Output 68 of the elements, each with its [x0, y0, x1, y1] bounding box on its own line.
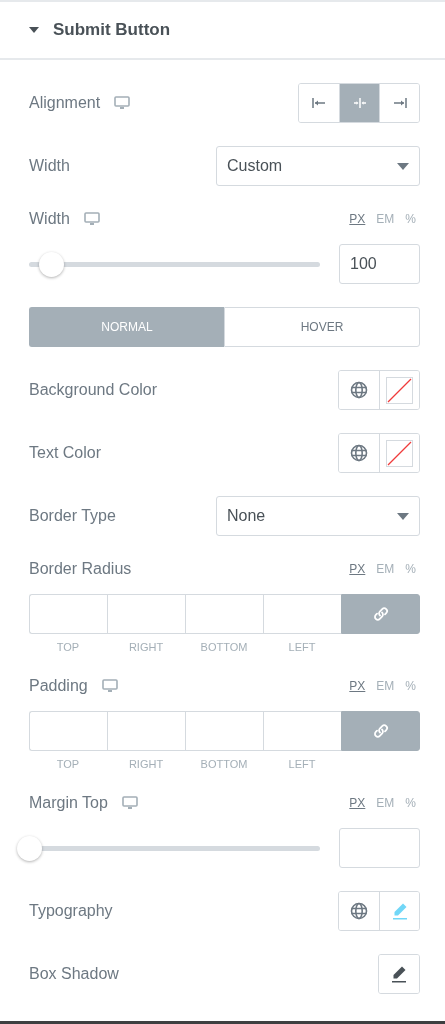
caret-icon[interactable]	[29, 27, 39, 33]
side-label: LEFT	[287, 758, 317, 770]
control-label: Text Color	[29, 444, 102, 462]
alignment-option[interactable]	[379, 84, 419, 122]
caret-icon	[397, 162, 409, 170]
unit-option[interactable]: PX	[349, 212, 366, 226]
control-label: Border Radius	[29, 560, 132, 578]
unit-option[interactable]: %	[405, 562, 416, 576]
dimension-field[interactable]	[263, 594, 341, 634]
side-label: RIGHT	[127, 758, 165, 770]
select-field[interactable]: None	[216, 496, 420, 536]
side-label: BOTTOM	[199, 641, 249, 653]
side-label: TOP	[55, 641, 81, 653]
alignment-option[interactable]	[339, 84, 379, 122]
color-picker[interactable]	[379, 434, 419, 472]
desktop-icon[interactable]	[121, 796, 138, 810]
side-label: RIGHT	[127, 641, 165, 653]
unit-option[interactable]: %	[405, 796, 416, 810]
pencil-icon	[390, 965, 408, 983]
side-label: TOP	[55, 758, 81, 770]
desktop-icon[interactable]	[83, 212, 100, 226]
number-field[interactable]	[339, 828, 420, 868]
globe-icon	[350, 902, 368, 920]
slider-thumb[interactable]	[17, 835, 42, 861]
dimension-field[interactable]	[185, 594, 263, 634]
control-label: Width	[29, 210, 70, 228]
dimension-field[interactable]	[29, 594, 107, 634]
unit-option[interactable]: %	[405, 212, 416, 226]
slider-thumb[interactable]	[39, 251, 65, 277]
link-button[interactable]	[341, 711, 420, 751]
side-label: LEFT	[287, 641, 317, 653]
desktop-icon[interactable]	[101, 679, 118, 693]
control-label: Padding	[29, 677, 88, 695]
align-left-icon	[311, 95, 327, 111]
control-label: Border Type	[29, 507, 116, 525]
dimension-field[interactable]	[263, 711, 341, 751]
control-label: Typography	[29, 902, 113, 920]
number-field[interactable]: 100	[339, 244, 420, 284]
side-label: BOTTOM	[199, 758, 249, 770]
link-icon	[372, 606, 389, 622]
unit-option[interactable]: PX	[349, 562, 366, 576]
dimension-field[interactable]	[185, 711, 263, 751]
control-label: Background Color	[29, 381, 158, 399]
control-label: Box Shadow	[29, 965, 119, 983]
unit-option[interactable]: PX	[349, 796, 366, 810]
edit-button[interactable]	[379, 955, 419, 993]
dimension-field[interactable]	[107, 711, 185, 751]
caret-icon	[397, 512, 409, 520]
desktop-icon[interactable]	[114, 96, 131, 110]
unit-option[interactable]: PX	[349, 679, 366, 693]
link-button[interactable]	[341, 594, 420, 634]
section-title[interactable]: Submit Button	[53, 20, 171, 40]
dimension-field[interactable]	[29, 711, 107, 751]
slider[interactable]	[17, 835, 320, 861]
link-icon	[372, 723, 389, 739]
select-field[interactable]: Custom	[216, 146, 420, 186]
color-picker[interactable]	[379, 371, 419, 409]
control-label: Margin Top	[29, 794, 108, 812]
dimension-field[interactable]	[107, 594, 185, 634]
align-right-icon	[391, 95, 408, 111]
control-label: Width	[29, 157, 70, 175]
globe-icon	[350, 444, 368, 462]
state-tab[interactable]: HOVER	[224, 307, 420, 347]
globe-icon	[350, 381, 368, 399]
align-center-icon	[351, 95, 368, 111]
unit-option[interactable]: %	[405, 679, 416, 693]
control-label: Alignment	[29, 94, 101, 112]
pencil-icon	[390, 902, 409, 920]
